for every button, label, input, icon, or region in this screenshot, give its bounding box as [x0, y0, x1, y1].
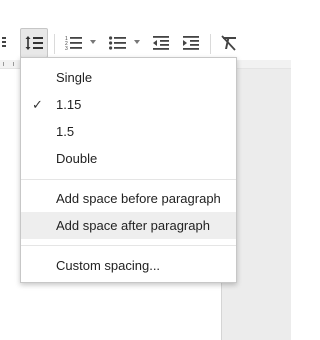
menu-item-single[interactable]: Single	[21, 64, 236, 91]
menu-item-add-space-before[interactable]: Add space before paragraph	[21, 185, 236, 212]
checkmark-icon: ✓	[32, 97, 43, 112]
menu-item-double[interactable]: Double	[21, 145, 236, 172]
increase-indent-icon	[183, 36, 199, 50]
numbered-list-icon: 1 2 3	[65, 36, 82, 51]
numbered-list-dropdown-caret[interactable]	[90, 40, 96, 44]
numbered-list-button[interactable]: 1 2 3	[62, 28, 84, 58]
clear-formatting-icon	[221, 35, 236, 51]
menu-item-add-space-after[interactable]: Add space after paragraph	[21, 212, 236, 239]
align-justify-button[interactable]	[0, 28, 10, 58]
menu-item-label: Single	[56, 70, 93, 85]
ruler-tick	[13, 62, 14, 66]
menu-item-1-15[interactable]: ✓ 1.15	[21, 91, 236, 118]
partial-align-icon	[2, 37, 6, 47]
bulleted-list-icon	[108, 36, 126, 50]
line-spacing-menu: Single ✓ 1.15 1.5 Double Add space befor…	[20, 57, 237, 283]
menu-item-label: Add space after paragraph	[56, 218, 210, 233]
menu-item-1-5[interactable]: 1.5	[21, 118, 236, 145]
decrease-indent-icon	[153, 36, 169, 50]
decrease-indent-button[interactable]	[150, 28, 172, 58]
clear-formatting-button[interactable]	[218, 28, 240, 58]
bulleted-list-dropdown-caret[interactable]	[134, 40, 140, 44]
increase-indent-button[interactable]	[180, 28, 202, 58]
menu-separator	[21, 245, 236, 246]
menu-item-custom-spacing[interactable]: Custom spacing...	[21, 252, 236, 279]
menu-item-label: Custom spacing...	[56, 258, 161, 273]
svg-text:3: 3	[65, 46, 68, 51]
line-spacing-button[interactable]	[20, 28, 48, 58]
toolbar-separator	[210, 34, 211, 54]
menu-item-label: 1.5	[56, 124, 75, 139]
formatting-toolbar: 1 2 3	[0, 28, 291, 58]
bulleted-list-button[interactable]	[106, 28, 128, 58]
line-spacing-icon	[25, 36, 43, 50]
menu-item-label: Double	[56, 151, 98, 166]
menu-item-label: Add space before paragraph	[56, 191, 221, 206]
menu-separator	[21, 179, 236, 180]
toolbar-separator	[54, 34, 55, 54]
ruler-tick	[3, 62, 4, 66]
menu-item-label: 1.15	[56, 97, 82, 112]
